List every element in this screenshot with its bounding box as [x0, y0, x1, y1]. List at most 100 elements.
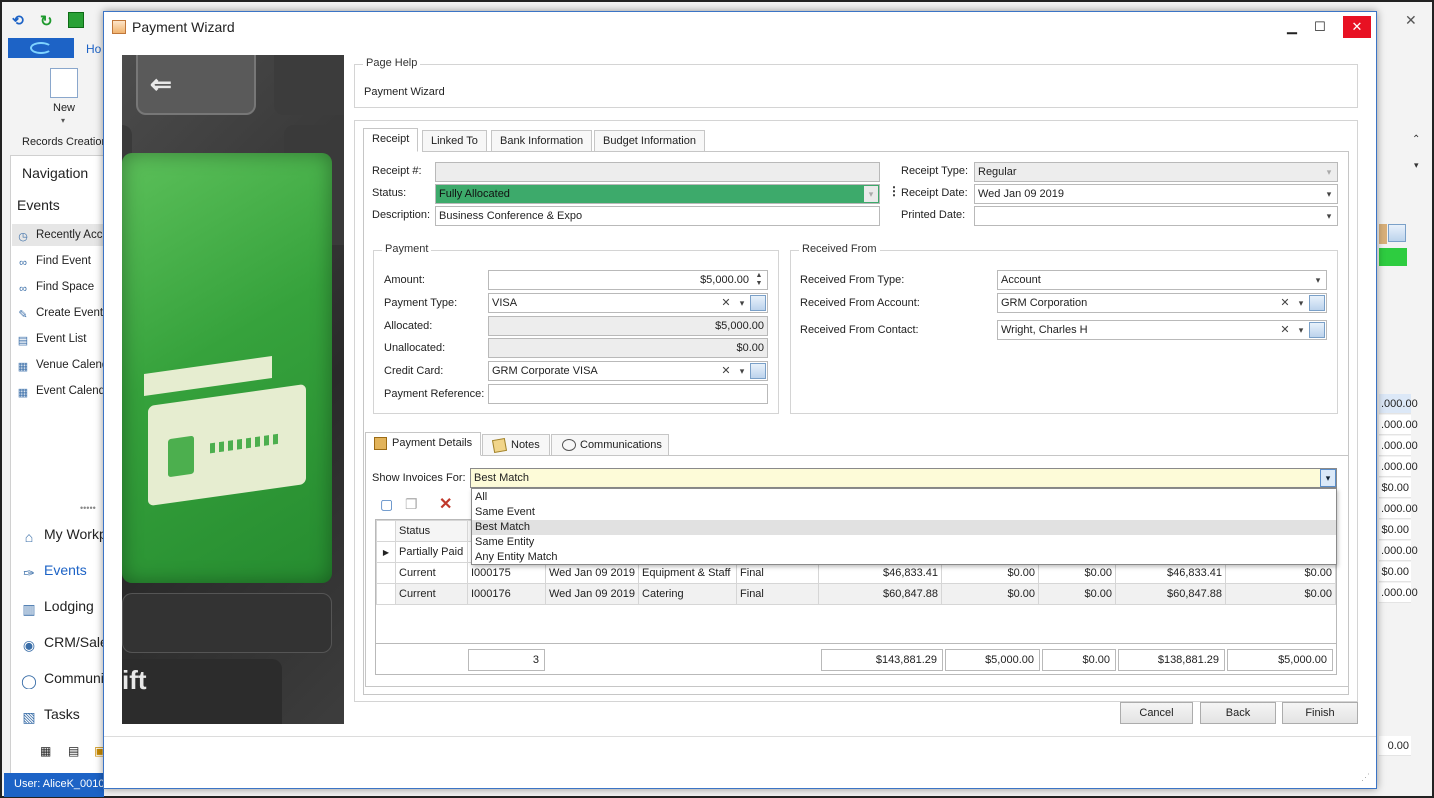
dropdown-option-any-entity-match[interactable]: Any Entity Match — [472, 550, 1336, 565]
delete-icon[interactable]: ✕ — [439, 494, 452, 514]
dropdown-option-best-match[interactable]: Best Match — [472, 520, 1336, 535]
received-from-contact-select[interactable]: Wright, Charles H ✕ ▾ — [997, 320, 1327, 340]
finish-button[interactable]: Finish — [1282, 702, 1358, 724]
clear-icon[interactable]: ✕ — [719, 363, 733, 379]
background-grid-cell: 0.00 — [1379, 736, 1411, 756]
page-help-text: Payment Wizard — [364, 86, 445, 98]
new-button-label[interactable]: New — [53, 102, 75, 114]
module-item[interactable]: ▧ Tasks — [20, 706, 106, 725]
maximize-button[interactable]: ☐ — [1307, 16, 1333, 38]
back-button[interactable]: Back — [1200, 702, 1276, 724]
chevron-down-icon[interactable]: ▾ — [1311, 272, 1325, 288]
received-from-contact-label: Received From Contact: — [800, 324, 919, 336]
table-row[interactable]: Current I000176 Wed Jan 09 2019 Catering Fin… — [376, 583, 1336, 605]
module-item[interactable]: ▥ Lodging — [20, 598, 106, 617]
lookup-icon[interactable] — [1309, 322, 1325, 338]
background-grid-cell: .000.00 — [1379, 583, 1418, 603]
chevron-up-icon[interactable]: ⌃ — [1412, 134, 1420, 145]
app-menu-tab[interactable] — [8, 38, 74, 58]
received-from-account-select[interactable]: GRM Corporation ✕ ▾ — [997, 293, 1327, 313]
sidebar-item[interactable]: ▤ Event List — [16, 333, 104, 347]
background-grid-cell: $0.00 — [1379, 478, 1411, 498]
clipboard-icon[interactable]: ▤ — [68, 744, 79, 758]
clear-icon[interactable]: ✕ — [1278, 295, 1292, 311]
module-item[interactable]: ✑ Events — [20, 562, 106, 581]
sidebar-item-label: Find Space — [36, 281, 95, 293]
tab-payment-details[interactable]: Payment Details — [365, 432, 482, 456]
new-document-icon[interactable] — [50, 68, 78, 98]
dropdown-option-same-entity[interactable]: Same Entity — [472, 535, 1336, 550]
close-icon[interactable]: ✕ — [1405, 12, 1417, 29]
sidebar-item[interactable]: ∞ Find Event — [16, 255, 104, 270]
resize-grip-icon[interactable]: ⋰ — [1361, 772, 1370, 783]
lookup-icon[interactable] — [1309, 295, 1325, 311]
payment-reference-input[interactable] — [488, 384, 768, 404]
sidebar-item[interactable]: ▦ Event Calendar — [16, 385, 104, 399]
background-grid-cell: $0.00 — [1379, 520, 1411, 540]
payment-type-select[interactable]: VISA ✕ ▾ — [488, 293, 768, 313]
copy-row-icon[interactable]: ❐ — [405, 496, 418, 513]
tab-bank-information[interactable]: Bank Information — [491, 130, 593, 152]
printed-date-picker[interactable]: ▾ — [974, 206, 1338, 226]
amount-input[interactable]: $5,000.00 ▲ ▼ — [488, 270, 768, 290]
clear-icon[interactable]: ✕ — [719, 295, 733, 311]
binoculars-icon: ∞ — [19, 283, 27, 295]
pin-icon: ✑ — [23, 565, 35, 581]
tab-budget-information[interactable]: Budget Information — [594, 130, 705, 152]
received-from-type-select[interactable]: Account ▾ — [997, 270, 1327, 290]
more-options-icon[interactable]: ⋮ — [888, 184, 900, 198]
table-row[interactable]: Current I000175 Wed Jan 09 2019 Equipment &… — [376, 562, 1336, 584]
chevron-down-icon[interactable]: ▾ — [735, 363, 749, 379]
received-from-type-label: Received From Type: — [800, 274, 905, 286]
show-invoices-label: Show Invoices For: — [372, 472, 466, 484]
tab-linked-to[interactable]: Linked To — [422, 130, 487, 152]
credit-card-select[interactable]: GRM Corporate VISA ✕ ▾ — [488, 361, 768, 381]
chevron-down-icon[interactable]: ▾ — [1322, 186, 1336, 202]
chevron-down-icon[interactable]: ▾ — [61, 116, 65, 125]
module-item[interactable]: ⌂ My Workplace — [20, 526, 106, 545]
close-button[interactable]: ✕ — [1343, 16, 1371, 38]
receipt-date-picker[interactable]: Wed Jan 09 2019 ▾ — [974, 184, 1338, 204]
footer-applied: $5,000.00 — [1227, 649, 1333, 671]
receipt-type-label: Receipt Type: — [901, 165, 969, 177]
spin-buttons-icon[interactable]: ▲ ▼ — [752, 272, 766, 288]
chevron-down-icon[interactable]: ▾ — [1414, 160, 1419, 171]
calculator-icon[interactable]: ▦ — [40, 744, 51, 758]
chevron-down-icon[interactable]: ▾ — [1294, 295, 1308, 311]
chevron-down-icon[interactable]: ▾ — [1320, 469, 1336, 487]
tab-receipt[interactable]: Receipt — [363, 128, 419, 152]
clear-icon[interactable]: ✕ — [1278, 322, 1292, 338]
row-indicator-icon: ▶ — [376, 541, 396, 563]
module-item[interactable]: ◯ Communications — [20, 670, 106, 689]
cancel-button[interactable]: Cancel — [1120, 702, 1193, 724]
sidebar-item[interactable]: ✎ Create Event — [16, 307, 104, 321]
module-item[interactable]: ◉ CRM/Sales — [20, 634, 106, 653]
receipt-number-label: Receipt #: — [372, 165, 422, 177]
back-icon[interactable]: ⟲ — [12, 12, 28, 28]
description-input[interactable]: Business Conference & Expo — [435, 206, 880, 226]
chevron-down-icon[interactable]: ▾ — [1322, 208, 1336, 224]
lookup-icon[interactable] — [1388, 224, 1406, 242]
dialog-title-bar[interactable]: Payment Wizard ▁ ☐ ✕ — [104, 12, 1376, 42]
lookup-icon[interactable] — [750, 295, 766, 311]
refresh-icon[interactable]: ↻ — [40, 12, 56, 30]
keyboard-key — [122, 593, 332, 653]
home-tab[interactable]: Ho — [86, 42, 101, 56]
background-grid-cell: .000.00 — [1379, 499, 1418, 519]
dropdown-option-all[interactable]: All — [472, 490, 1336, 505]
lookup-icon[interactable] — [750, 363, 766, 379]
tab-communications[interactable]: Communications — [551, 434, 669, 456]
tab-notes[interactable]: Notes — [482, 434, 550, 456]
splitter-grip[interactable]: ••••• — [80, 503, 96, 513]
column-header-status[interactable]: Status — [395, 520, 468, 542]
sidebar-item[interactable]: ◷ Recently Accessed — [16, 229, 104, 243]
dropdown-option-same-event[interactable]: Same Event — [472, 505, 1336, 520]
show-invoices-select[interactable]: Best Match ▾ — [470, 468, 1337, 488]
sidebar-item[interactable]: ▦ Venue Calendar — [16, 359, 104, 373]
new-row-icon[interactable]: ▢ — [380, 496, 393, 513]
settings-icon[interactable] — [68, 12, 84, 28]
chevron-down-icon[interactable]: ▾ — [1294, 322, 1308, 338]
chevron-down-icon[interactable]: ▾ — [735, 295, 749, 311]
sidebar-item[interactable]: ∞ Find Space — [16, 281, 104, 296]
minimize-button[interactable]: ▁ — [1279, 16, 1305, 38]
